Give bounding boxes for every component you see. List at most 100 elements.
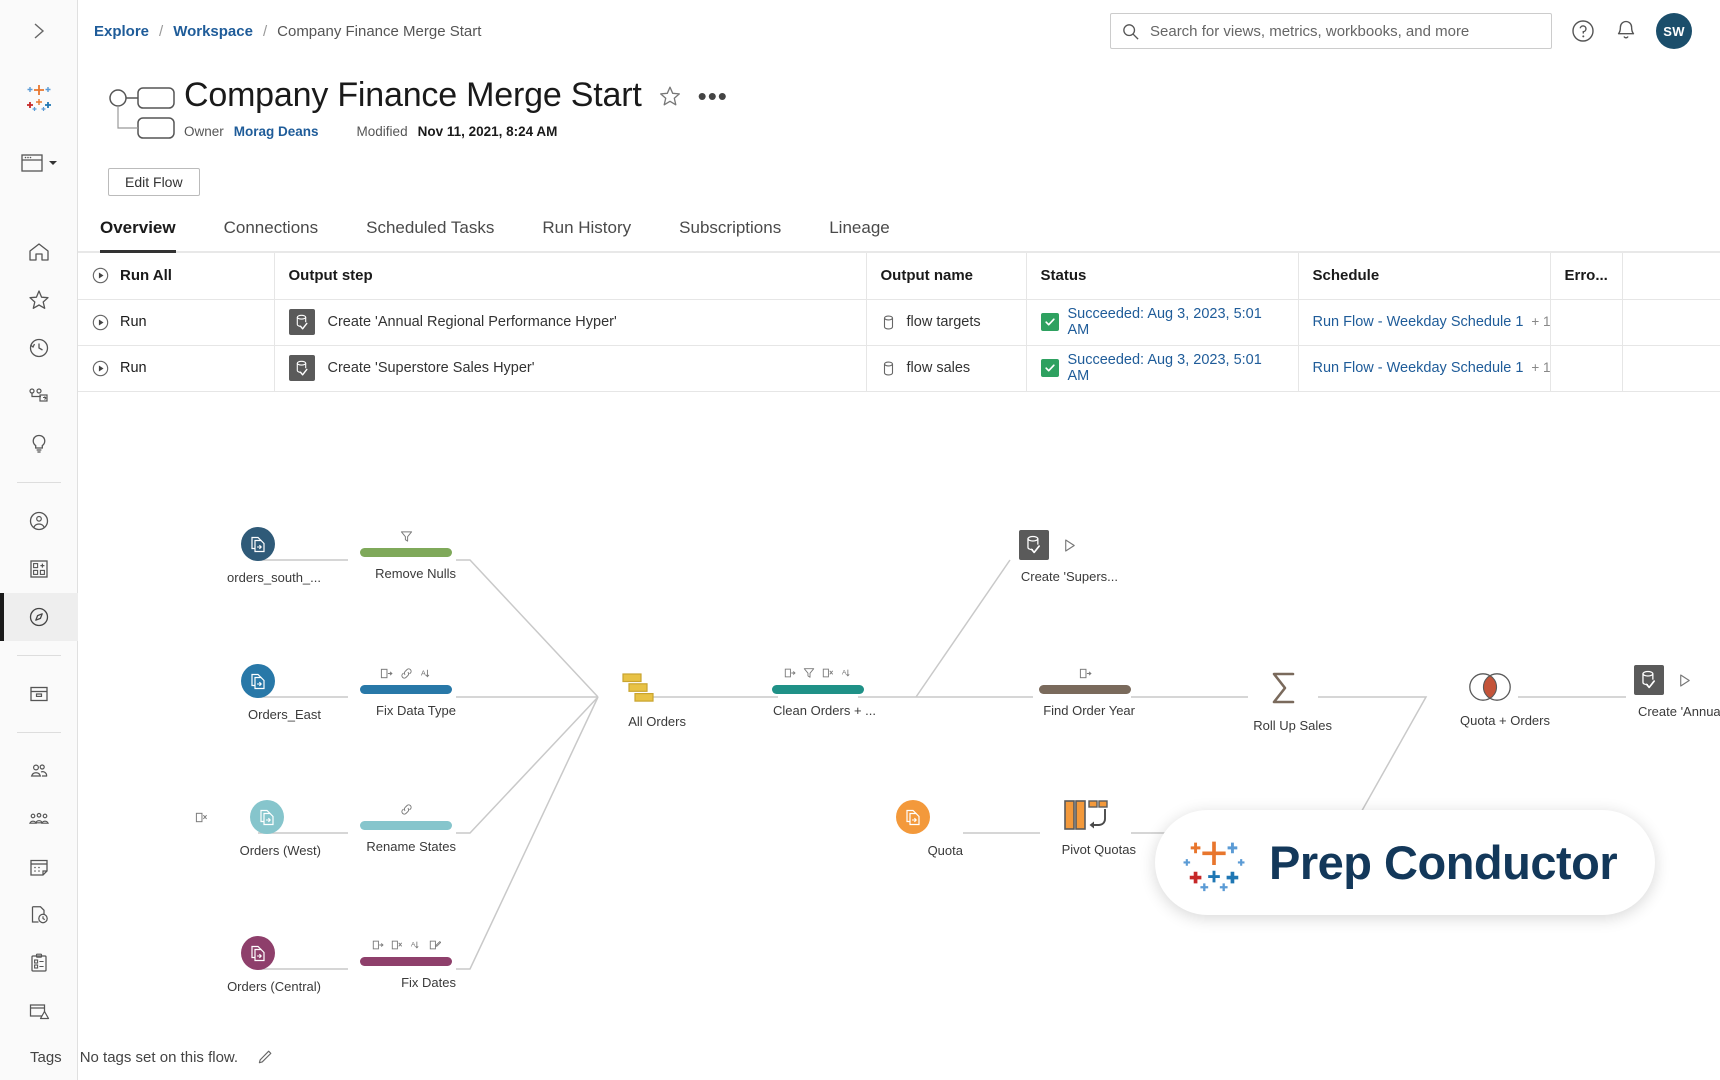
- status-text[interactable]: Succeeded: Aug 3, 2023, 5:01 AM: [1068, 352, 1284, 384]
- sidebar-item-explore[interactable]: [0, 593, 78, 641]
- flow-node-fix-data-type[interactable]: A Fix Data Type: [356, 664, 456, 720]
- run-button[interactable]: Run: [92, 360, 260, 377]
- breadcrumb-explore[interactable]: Explore: [94, 23, 149, 40]
- output-steps-table: Run All Output step Output name Status S…: [78, 253, 1720, 392]
- tableau-logo-icon: [1181, 830, 1247, 896]
- flow-node-orders-south[interactable]: orders_south_...: [195, 527, 321, 587]
- sidebar-item-external-assets[interactable]: [0, 670, 78, 718]
- flow-node-orders-west[interactable]: Orders (West): [195, 800, 321, 860]
- schedule-more-count[interactable]: + 1: [1531, 360, 1550, 375]
- tab-connections[interactable]: Connections: [200, 218, 343, 251]
- sidebar-item-personal-space[interactable]: [0, 497, 78, 545]
- flow-node-find-order-year[interactable]: Find Order Year: [1035, 664, 1135, 720]
- tab-run-history[interactable]: Run History: [518, 218, 655, 251]
- node-label: Remove Nulls: [375, 566, 456, 581]
- breadcrumb-current: Company Finance Merge Start: [277, 23, 481, 40]
- flow-node-pivot-quotas[interactable]: Pivot Quotas: [1036, 799, 1136, 859]
- row-output-name-cell: flow sales: [866, 345, 1026, 391]
- pivot-icon: [1063, 799, 1109, 833]
- sidebar-item-schedules[interactable]: [0, 843, 78, 891]
- flow-node-roll-up-sales[interactable]: Roll Up Sales: [1236, 667, 1332, 735]
- more-actions-button[interactable]: •••: [698, 89, 728, 103]
- sidebar-item-collections[interactable]: [0, 545, 78, 593]
- sidebar-item-favorites[interactable]: [0, 276, 78, 324]
- star-outline-icon[interactable]: [658, 84, 682, 108]
- bell-icon[interactable]: [1614, 18, 1638, 44]
- input-file-icon: [248, 943, 268, 963]
- play-triangle-icon[interactable]: [1061, 537, 1078, 554]
- run-button[interactable]: Run: [92, 314, 260, 331]
- search-input[interactable]: [1148, 22, 1541, 41]
- tableau-logo[interactable]: [22, 62, 56, 132]
- breadcrumb-workspace[interactable]: Workspace: [173, 23, 253, 40]
- owner-name-link[interactable]: Morag Deans: [234, 124, 319, 139]
- sidebar-item-recommendations[interactable]: [0, 420, 78, 468]
- schedule-link[interactable]: Run Flow - Weekday Schedule 1: [1313, 360, 1524, 376]
- row-errors-cell: [1550, 299, 1622, 345]
- input-file-icon: [257, 807, 277, 827]
- play-triangle-icon[interactable]: [1676, 672, 1693, 689]
- sidebar-item-groups[interactable]: [0, 795, 78, 843]
- hyper-output-icon: [1024, 535, 1043, 555]
- output-icon: [1019, 530, 1049, 560]
- clipboard-list-icon: [27, 951, 51, 975]
- table-row[interactable]: Run Create 'Annual Regio: [78, 299, 1720, 345]
- search-box[interactable]: [1110, 13, 1552, 49]
- tab-lineage[interactable]: Lineage: [805, 218, 914, 251]
- expand-rail-button[interactable]: [0, 0, 77, 62]
- row-run-cell[interactable]: Run: [78, 345, 274, 391]
- flow-node-create-superstore-output[interactable]: Create 'Supers...: [978, 530, 1118, 586]
- status-text[interactable]: Succeeded: Aug 3, 2023, 5:01 AM: [1068, 306, 1284, 338]
- node-label: Orders_East: [248, 707, 321, 722]
- avatar[interactable]: SW: [1656, 13, 1692, 49]
- project-switcher[interactable]: [20, 132, 58, 194]
- sidebar-item-users[interactable]: [0, 747, 78, 795]
- status-success-icon: [1041, 313, 1059, 331]
- sidebar-item-home[interactable]: [0, 228, 78, 276]
- page-metadata: Owner Morag Deans Modified Nov 11, 2021,…: [184, 124, 728, 139]
- step-bar: [1039, 685, 1131, 694]
- table-row[interactable]: Run Create 'Superstore S: [78, 345, 1720, 391]
- node-label: Pivot Quotas: [1062, 842, 1136, 857]
- flow-node-clean-orders[interactable]: A Clean Orders + ...: [760, 664, 876, 720]
- remove-field-icon: [822, 667, 834, 679]
- flow-node-rename-states[interactable]: Rename States: [356, 800, 456, 856]
- sidebar-item-alerts[interactable]: [0, 987, 78, 1035]
- output-icon: [1634, 665, 1664, 695]
- source-circle-icon: [241, 664, 275, 698]
- flow-node-orders-central[interactable]: Orders (Central): [195, 936, 321, 996]
- shared-users-icon: [27, 384, 51, 408]
- output-step-name: Create 'Superstore Sales Hyper': [328, 360, 535, 376]
- tags-value: No tags set on this flow.: [80, 1049, 238, 1066]
- flow-node-create-annual-output[interactable]: Create 'Annual ...: [1588, 665, 1720, 721]
- flow-node-orders-east[interactable]: Orders_East: [195, 664, 321, 724]
- rail-divider-2: [17, 655, 61, 656]
- filter-icon: [400, 530, 413, 543]
- step-bar: [360, 957, 452, 966]
- sidebar-item-shared-with-me[interactable]: [0, 372, 78, 420]
- flow-node-fix-dates[interactable]: A Fix Dates: [356, 936, 456, 992]
- flow-node-remove-nulls[interactable]: Remove Nulls: [356, 527, 456, 583]
- pencil-icon[interactable]: [256, 1049, 273, 1066]
- tab-subscriptions[interactable]: Subscriptions: [655, 218, 805, 251]
- sidebar-item-jobs[interactable]: [0, 939, 78, 987]
- schedule-more-count[interactable]: + 1: [1531, 314, 1550, 329]
- flow-diagram-canvas[interactable]: orders_south_... Remove Nulls Orders_Eas…: [78, 455, 1720, 1030]
- three-users-icon: [27, 807, 51, 831]
- help-circle-icon[interactable]: [1570, 18, 1596, 44]
- compass-icon: [27, 605, 51, 629]
- sidebar-item-recents[interactable]: [0, 324, 78, 372]
- sidebar-item-tasks[interactable]: [0, 891, 78, 939]
- flow-node-quota-plus-orders[interactable]: Quota + Orders: [1430, 670, 1550, 730]
- aggregate-sigma-icon: [1264, 667, 1304, 709]
- tab-overview[interactable]: Overview: [78, 218, 200, 251]
- tab-scheduled-tasks[interactable]: Scheduled Tasks: [342, 218, 518, 251]
- flow-node-all-orders[interactable]: All Orders: [590, 671, 686, 731]
- row-run-cell[interactable]: Run: [78, 299, 274, 345]
- run-all-button[interactable]: Run All: [92, 267, 260, 284]
- col-output-step: Output step: [274, 253, 866, 299]
- schedule-link[interactable]: Run Flow - Weekday Schedule 1: [1313, 314, 1524, 330]
- edit-flow-button[interactable]: Edit Flow: [108, 168, 200, 196]
- flow-node-quota[interactable]: Quota: [863, 800, 963, 860]
- row-output-step-cell: Create 'Annual Regional Performance Hype…: [274, 299, 866, 345]
